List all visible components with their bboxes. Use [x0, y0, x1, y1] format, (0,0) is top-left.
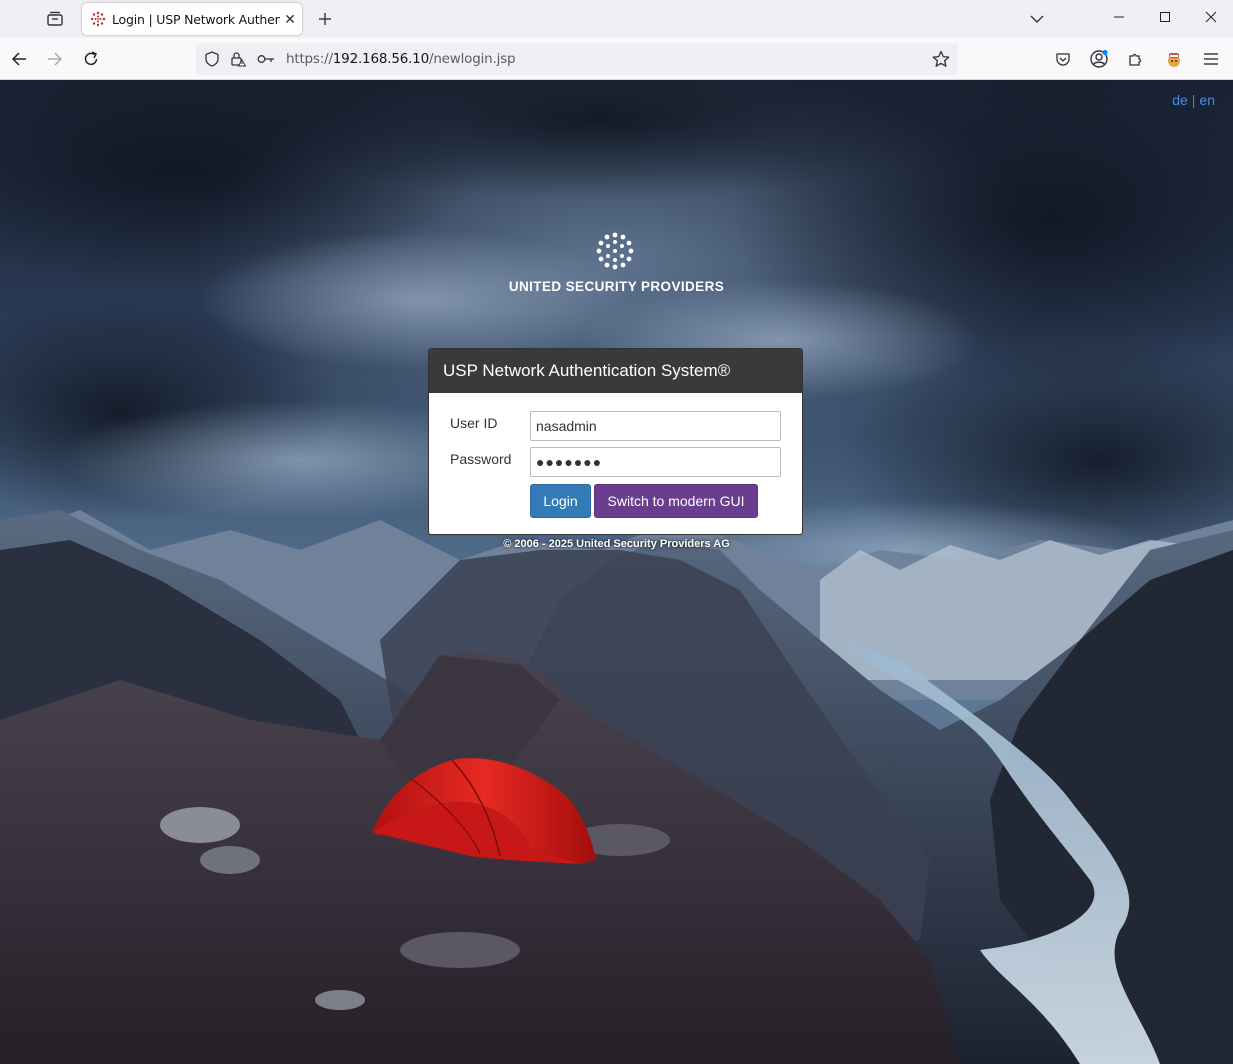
url-path: /newlogin.jsp: [428, 51, 516, 67]
chevron-down-icon[interactable]: [1024, 6, 1050, 32]
new-tab-icon[interactable]: [312, 6, 338, 32]
bookmark-star-icon[interactable]: [931, 49, 951, 69]
user-id-label: User ID: [450, 415, 498, 431]
shield-icon[interactable]: [202, 49, 222, 69]
language-switch: de | en: [1172, 92, 1215, 108]
usp-favicon-icon: [90, 11, 106, 27]
extensions-icon[interactable]: [1121, 45, 1149, 73]
user-id-input[interactable]: nasadmin: [530, 411, 781, 441]
lang-en-link[interactable]: en: [1199, 92, 1215, 108]
url-text[interactable]: https://192.168.56.10/newlogin.jsp: [286, 51, 516, 67]
insecure-lock-icon[interactable]: [228, 49, 248, 69]
tab-list-icon[interactable]: [42, 6, 68, 32]
pocket-icon[interactable]: [1049, 45, 1077, 73]
login-page: de | en UNITED SECURITY PROVIDERS USP Netw…: [0, 80, 1233, 1064]
lang-de-link[interactable]: de: [1172, 92, 1188, 108]
switch-modern-gui-button[interactable]: Switch to modern GUI: [594, 484, 758, 518]
browser-tabstrip: Login | USP Network Authenticati ✕: [0, 0, 1233, 38]
tab-title: Login | USP Network Authenticati: [112, 11, 280, 27]
login-panel: USP Network Authentication System® User …: [428, 348, 803, 535]
address-bar[interactable]: https://192.168.56.10/newlogin.jsp: [196, 43, 958, 75]
tab-login[interactable]: Login | USP Network Authenticati ✕: [82, 3, 302, 35]
panel-title: USP Network Authentication System®: [429, 349, 802, 393]
close-window-icon[interactable]: [1188, 0, 1233, 34]
account-icon[interactable]: [1085, 45, 1113, 73]
back-arrow-icon[interactable]: [5, 45, 33, 73]
extension-avatar-icon[interactable]: [1160, 45, 1188, 73]
minimize-icon[interactable]: [1096, 0, 1142, 34]
login-button[interactable]: Login: [530, 484, 591, 518]
forward-arrow-icon[interactable]: [41, 45, 69, 73]
password-input[interactable]: ●●●●●●●: [530, 447, 781, 477]
reload-icon[interactable]: [77, 45, 105, 73]
mountain-background-image: [0, 80, 1233, 1064]
brand-name: UNITED SECURITY PROVIDERS: [508, 279, 725, 294]
maximize-icon[interactable]: [1142, 0, 1188, 34]
copyright-text: © 2006 - 2025 United Security Providers …: [503, 538, 730, 550]
lang-separator: |: [1191, 92, 1196, 108]
url-scheme: https://: [286, 51, 333, 67]
browser-navbar: https://192.168.56.10/newlogin.jsp: [0, 38, 1233, 80]
hamburger-menu-icon[interactable]: [1197, 45, 1225, 73]
tab-close-icon[interactable]: ✕: [282, 11, 298, 27]
usp-logo-icon: [596, 232, 634, 270]
url-host: 192.168.56.10: [332, 51, 429, 67]
key-icon[interactable]: [256, 49, 276, 69]
password-label: Password: [450, 451, 512, 467]
